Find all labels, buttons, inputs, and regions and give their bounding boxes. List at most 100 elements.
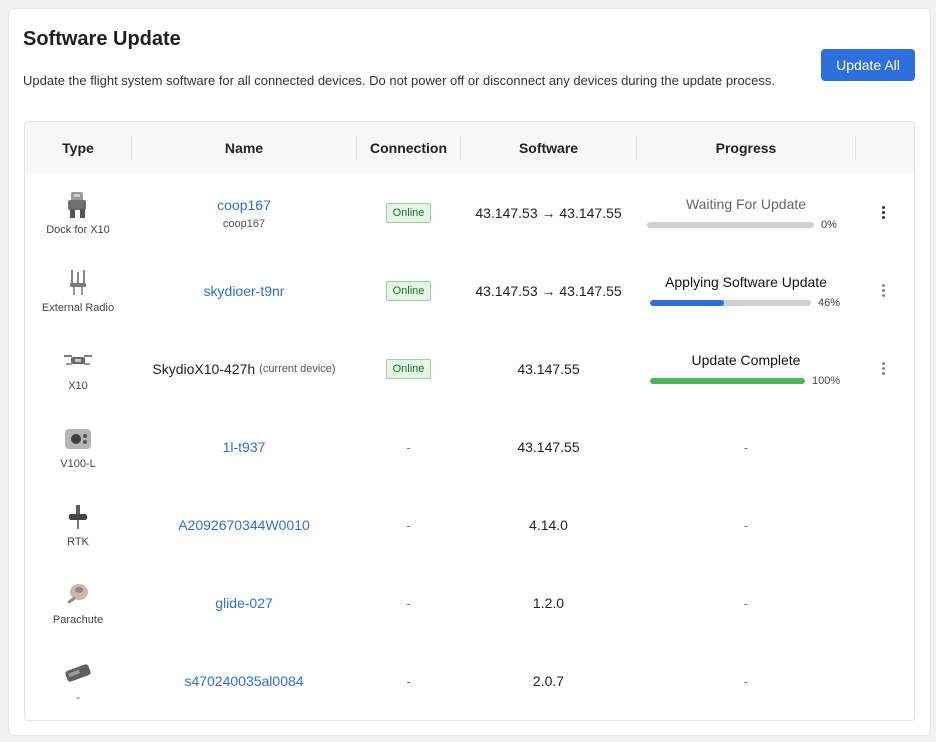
progress-status: -: [743, 439, 749, 455]
progress-status: -: [743, 517, 749, 533]
name-cell: glide-027: [132, 564, 356, 642]
progress-cell: -: [637, 564, 855, 642]
progress-status: Applying Software Update: [665, 273, 827, 290]
column-header-progress: Progress: [715, 140, 777, 156]
current-device-note: (current device): [259, 363, 336, 375]
progress-percent: 0%: [821, 218, 837, 231]
progress-bar: [650, 299, 811, 306]
radio-icon: [63, 268, 93, 298]
name-cell: A2092670344W0010: [132, 486, 356, 564]
device-name-link[interactable]: s470240035al0084: [184, 673, 303, 689]
table-row: X10 SkydioX10-427h (current device) Onli…: [25, 330, 914, 408]
connection-cell: Online: [357, 252, 460, 330]
device-type-label: V100-L: [60, 458, 96, 470]
device-type-label: X10: [68, 380, 88, 392]
software-cell: 2.0.7: [461, 642, 636, 720]
software-version: 2.0.7: [532, 673, 565, 689]
software-version: 4.14.0: [529, 517, 568, 533]
table-row: External Radio skydioer-t9nr Online 43.1…: [25, 252, 914, 330]
more-options-icon[interactable]: [873, 202, 893, 222]
software-cell: 4.14.0: [461, 486, 636, 564]
connection-value: -: [406, 439, 411, 455]
connection-value: -: [406, 517, 411, 533]
software-cell: 43.147.55: [461, 408, 636, 486]
more-options-icon[interactable]: [873, 280, 893, 300]
progress-status: Waiting For Update: [685, 195, 807, 212]
device-name-link[interactable]: 1l-t937: [223, 439, 266, 455]
progress-line: 0%: [647, 219, 845, 231]
connection-cell: -: [357, 642, 460, 720]
progress-line: 46%: [650, 297, 842, 309]
rtk-icon: [63, 502, 93, 532]
software-cell: 43.147.53 → 43.147.55: [461, 174, 636, 252]
parachute-icon: [63, 580, 93, 610]
software-version: 43.147.55: [517, 361, 580, 377]
connection-cell: -: [357, 408, 460, 486]
table-row: - s470240035al0084 - 2.0.7 -: [25, 642, 914, 720]
device-name-link[interactable]: glide-027: [215, 595, 273, 611]
page-title: Software Update: [23, 28, 181, 50]
software-cell: 1.2.0: [461, 564, 636, 642]
progress-status: -: [743, 595, 749, 611]
type-cell: X10: [25, 330, 131, 408]
progress-status: Update Complete: [691, 351, 801, 368]
online-badge: Online: [385, 203, 432, 223]
software-version: 1.2.0: [532, 595, 565, 611]
device-type-label: Parachute: [52, 614, 104, 626]
table-row: V100-L 1l-t937 - 43.147.55 -: [25, 408, 914, 486]
column-divider: [855, 136, 856, 160]
device-name: SkydioX10-427h: [152, 361, 256, 377]
more-options-icon[interactable]: [873, 358, 893, 378]
column-header-name: Name: [224, 140, 264, 156]
page-description: Update the flight system software for al…: [23, 73, 776, 88]
software-cell: 43.147.55: [461, 330, 636, 408]
software-cell: 43.147.53 → 43.147.55: [461, 252, 636, 330]
software-version: 43.147.53 → 43.147.55: [475, 205, 622, 221]
column-header-type: Type: [62, 140, 94, 156]
online-badge: Online: [385, 359, 432, 379]
device-type-label: -: [76, 692, 80, 704]
name-cell: SkydioX10-427h (current device): [132, 330, 356, 408]
type-cell: RTK: [25, 486, 131, 564]
device-type-label: External Radio: [41, 302, 115, 314]
connection-value: -: [406, 673, 411, 689]
type-cell: V100-L: [25, 408, 131, 486]
progress-cell: -: [637, 486, 855, 564]
connection-cell: Online: [357, 174, 460, 252]
name-cell: skydioer-t9nr: [132, 252, 356, 330]
camera-icon: [63, 424, 93, 454]
device-type-label: RTK: [67, 536, 89, 548]
progress-bar-fill: [650, 299, 725, 306]
type-cell: -: [25, 642, 131, 720]
progress-percent: 46%: [818, 296, 841, 309]
online-badge: Online: [385, 281, 432, 301]
progress-line: 100%: [650, 375, 842, 387]
device-name-link[interactable]: coop167: [217, 197, 271, 213]
device-name-link[interactable]: skydioer-t9nr: [204, 283, 285, 299]
software-update-panel: Software Update Update the flight system…: [8, 8, 931, 736]
battery-icon: [63, 658, 93, 688]
software-version: 43.147.53 → 43.147.55: [475, 283, 622, 299]
drone-icon: [63, 346, 93, 376]
name-cell: coop167 coop167: [132, 174, 356, 252]
devices-table: Type Name Connection Software Progress D…: [24, 121, 915, 721]
connection-cell: Online: [357, 330, 460, 408]
update-all-button[interactable]: Update All: [821, 49, 915, 81]
progress-status: -: [743, 673, 749, 689]
device-name-link[interactable]: A2092670344W0010: [178, 517, 310, 533]
software-version: 43.147.55: [517, 439, 580, 455]
column-header-software: Software: [518, 140, 579, 156]
name-cell: 1l-t937: [132, 408, 356, 486]
table-header: Type Name Connection Software Progress: [25, 122, 914, 174]
connection-value: -: [406, 595, 411, 611]
progress-bar: [650, 377, 805, 384]
device-type-label: Dock for X10: [46, 224, 110, 236]
table-row: Parachute glide-027 - 1.2.0 -: [25, 564, 914, 642]
progress-bar-fill: [650, 377, 805, 384]
progress-cell: Waiting For Update 0%: [637, 174, 855, 252]
connection-cell: -: [357, 486, 460, 564]
type-cell: Parachute: [25, 564, 131, 642]
progress-cell: -: [637, 642, 855, 720]
progress-cell: Update Complete 100%: [637, 330, 855, 408]
name-cell: s470240035al0084: [132, 642, 356, 720]
